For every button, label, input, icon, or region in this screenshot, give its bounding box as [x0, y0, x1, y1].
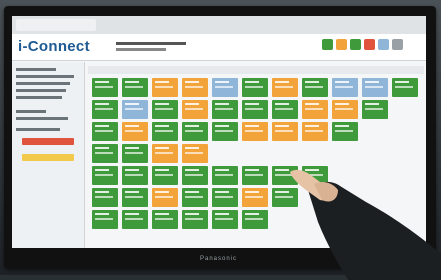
- schedule-cell[interactable]: [332, 122, 358, 141]
- schedule-cell[interactable]: [92, 210, 118, 229]
- schedule-cell[interactable]: [362, 100, 388, 119]
- schedule-cell[interactable]: [92, 144, 118, 163]
- schedule-cell[interactable]: [182, 210, 208, 229]
- schedule-cell[interactable]: [182, 188, 208, 207]
- app-header: i-Connect: [12, 34, 426, 61]
- schedule-cell[interactable]: [242, 100, 268, 119]
- schedule-cell[interactable]: [242, 188, 268, 207]
- sidebar-line: [16, 89, 66, 92]
- schedule-cell[interactable]: [362, 78, 388, 97]
- schedule-cell[interactable]: [272, 122, 298, 141]
- toolbar-icon-green-2[interactable]: [350, 39, 361, 50]
- sidebar-line: [16, 82, 70, 85]
- schedule-cell[interactable]: [332, 100, 358, 119]
- schedule-cell[interactable]: [182, 100, 208, 119]
- schedule-cell-empty[interactable]: [392, 100, 418, 119]
- schedule-cell[interactable]: [122, 144, 148, 163]
- schedule-cell[interactable]: [92, 188, 118, 207]
- schedule-cell[interactable]: [212, 210, 238, 229]
- schedule-cell[interactable]: [152, 78, 178, 97]
- schedule-cell[interactable]: [272, 100, 298, 119]
- schedule-cell[interactable]: [92, 78, 118, 97]
- sidebar-line: [16, 75, 74, 78]
- sidebar-red-button[interactable]: [22, 138, 74, 145]
- schedule-cell[interactable]: [152, 210, 178, 229]
- schedule-cell[interactable]: [392, 78, 418, 97]
- schedule-cell[interactable]: [92, 122, 118, 141]
- schedule-cell[interactable]: [272, 78, 298, 97]
- schedule-cell[interactable]: [332, 78, 358, 97]
- sidebar-line: [16, 110, 46, 113]
- schedule-cell[interactable]: [152, 188, 178, 207]
- toolbar-icon-blue[interactable]: [378, 39, 389, 50]
- browser-tab[interactable]: [16, 19, 96, 31]
- sidebar-line: [16, 96, 62, 99]
- schedule-cell[interactable]: [242, 122, 268, 141]
- toolbar-icon-red[interactable]: [364, 39, 375, 50]
- schedule-cell[interactable]: [152, 122, 178, 141]
- schedule-cell[interactable]: [122, 210, 148, 229]
- schedule-cell[interactable]: [212, 100, 238, 119]
- schedule-cell[interactable]: [212, 78, 238, 97]
- schedule-cell-empty[interactable]: [362, 122, 388, 141]
- schedule-cell[interactable]: [92, 100, 118, 119]
- schedule-cell-empty[interactable]: [242, 144, 268, 163]
- schedule-cell[interactable]: [182, 144, 208, 163]
- header-title-line: [116, 42, 186, 45]
- schedule-cell-empty[interactable]: [212, 144, 238, 163]
- toolbar-icon-green[interactable]: [322, 39, 333, 50]
- schedule-cell[interactable]: [302, 78, 328, 97]
- sidebar: [12, 62, 85, 248]
- schedule-cell[interactable]: [122, 166, 148, 185]
- toolbar-icon-orange[interactable]: [336, 39, 347, 50]
- schedule-cell[interactable]: [302, 122, 328, 141]
- schedule-cell[interactable]: [212, 188, 238, 207]
- schedule-cell[interactable]: [122, 100, 148, 119]
- schedule-cell[interactable]: [92, 166, 118, 185]
- schedule-cell[interactable]: [242, 210, 268, 229]
- schedule-cell[interactable]: [152, 144, 178, 163]
- schedule-cell[interactable]: [212, 166, 238, 185]
- pointing-hand-and-arm: [290, 169, 441, 280]
- schedule-cell[interactable]: [152, 166, 178, 185]
- sidebar-line: [16, 68, 56, 71]
- schedule-cell[interactable]: [122, 188, 148, 207]
- monitor-brand-label: Panasonic: [200, 256, 238, 262]
- schedule-cell[interactable]: [182, 78, 208, 97]
- sidebar-yellow-button[interactable]: [22, 154, 74, 161]
- app-logo: i-Connect: [18, 38, 90, 55]
- schedule-cell[interactable]: [302, 100, 328, 119]
- schedule-cell[interactable]: [122, 122, 148, 141]
- browser-toolbar: [12, 16, 426, 35]
- header-subtitle-line: [116, 48, 166, 51]
- toolbar-icon-grey[interactable]: [392, 39, 403, 50]
- sidebar-line: [16, 128, 60, 131]
- schedule-cell[interactable]: [242, 166, 268, 185]
- schedule-cell[interactable]: [212, 122, 238, 141]
- grid-header: [88, 66, 424, 74]
- schedule-cell[interactable]: [182, 166, 208, 185]
- schedule-cell[interactable]: [182, 122, 208, 141]
- schedule-cell[interactable]: [152, 100, 178, 119]
- schedule-cell[interactable]: [242, 78, 268, 97]
- schedule-cell[interactable]: [122, 78, 148, 97]
- sidebar-line: [16, 117, 68, 120]
